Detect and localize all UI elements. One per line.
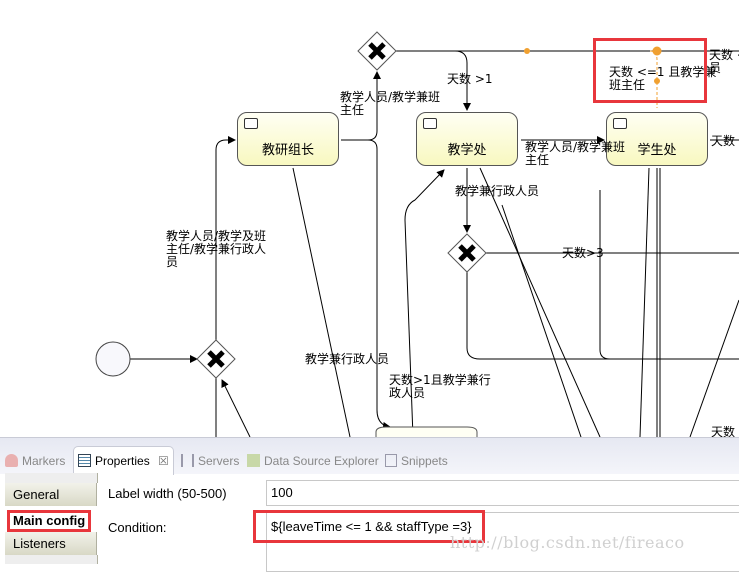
label-width-input[interactable]: 100: [266, 480, 739, 506]
watermark: http://blog.csdn.net/fireaco: [450, 533, 685, 552]
label-width-label: Label width (50-500): [108, 486, 227, 501]
tab-label: Properties: [95, 454, 150, 468]
flow-diagonal: [292, 167, 351, 437]
section-tabs-spacer: [5, 473, 98, 483]
tab-servers[interactable]: Servers: [181, 449, 239, 474]
view-tab-bar: Markers Properties ☒ Servers Data Source…: [0, 437, 739, 475]
flow-label[interactable]: 天数 < 员: [709, 49, 739, 75]
task-academic-affairs[interactable]: 教学处: [416, 112, 518, 166]
snippets-icon: [385, 454, 397, 467]
flow-vertical: [599, 190, 611, 360]
annotation-box-condition-label: [593, 38, 707, 103]
flow-diagonal: [639, 167, 650, 437]
exclusive-gateway-left[interactable]: [196, 339, 236, 379]
markers-icon: [5, 454, 18, 467]
data-source-icon: [247, 454, 260, 467]
tab-label: Markers: [22, 454, 66, 468]
exclusive-gateway-top[interactable]: [357, 31, 397, 71]
servers-icon: [181, 454, 194, 467]
tab-snippets[interactable]: Snippets: [385, 449, 448, 474]
flow-label[interactable]: 教学人员/教学兼班 主任: [525, 141, 625, 167]
condition-label: Condition:: [108, 520, 167, 535]
tab-label: Snippets: [401, 454, 448, 468]
flow-label[interactable]: 天数: [711, 426, 735, 437]
flow-to-left-gateway: [221, 379, 251, 437]
tab-label: Data Source Explorer: [264, 454, 379, 468]
section-tabs-spacer: [5, 555, 98, 564]
exclusive-gateway-middle[interactable]: [447, 233, 487, 273]
task-label: 教学处: [447, 143, 487, 158]
properties-icon: [78, 454, 91, 467]
flow-mid-gateway-down: [466, 272, 739, 360]
close-tab-icon[interactable]: ☒: [158, 454, 169, 468]
user-task-icon: [613, 118, 627, 129]
flow-diagonal: [689, 299, 739, 437]
flow-to-bottom-task: [341, 139, 391, 430]
annotation-box-main-config: [7, 510, 91, 532]
flow-label[interactable]: 教学兼行政人员: [455, 185, 539, 198]
task-label: 教研组长: [261, 143, 314, 158]
tab-properties[interactable]: Properties ☒: [73, 446, 174, 475]
flow-label[interactable]: 天数 >1: [447, 73, 493, 86]
user-task-icon: [423, 118, 437, 129]
flow-label[interactable]: 天数>1且教学兼行 政人员: [389, 374, 491, 400]
section-tab-listeners[interactable]: Listeners: [5, 532, 97, 555]
tab-data-source-explorer[interactable]: Data Source Explorer: [247, 449, 379, 474]
start-event[interactable]: [95, 341, 131, 377]
task-partial-bottom[interactable]: [375, 426, 478, 437]
flow-label[interactable]: 天数 <: [711, 135, 739, 148]
flow-diagonal: [501, 204, 582, 437]
user-task-icon: [244, 118, 258, 129]
properties-view: Markers Properties ☒ Servers Data Source…: [0, 437, 739, 572]
flow-label[interactable]: 教学兼行政人员: [305, 353, 389, 366]
task-teaching-research-leader[interactable]: 教研组长: [237, 112, 339, 166]
flow-label[interactable]: 天数>3: [562, 247, 604, 260]
tab-label: Servers: [198, 454, 240, 468]
selection-handle[interactable]: [524, 48, 530, 54]
flow-diagonal: [479, 167, 601, 437]
flow-label[interactable]: 教学人员/教学及班 主任/教学兼行政人 员: [166, 230, 266, 269]
tab-markers[interactable]: Markers: [5, 449, 65, 474]
section-tab-general[interactable]: General: [5, 483, 97, 506]
flow-label[interactable]: 教学人员/教学兼班 主任: [340, 91, 440, 117]
